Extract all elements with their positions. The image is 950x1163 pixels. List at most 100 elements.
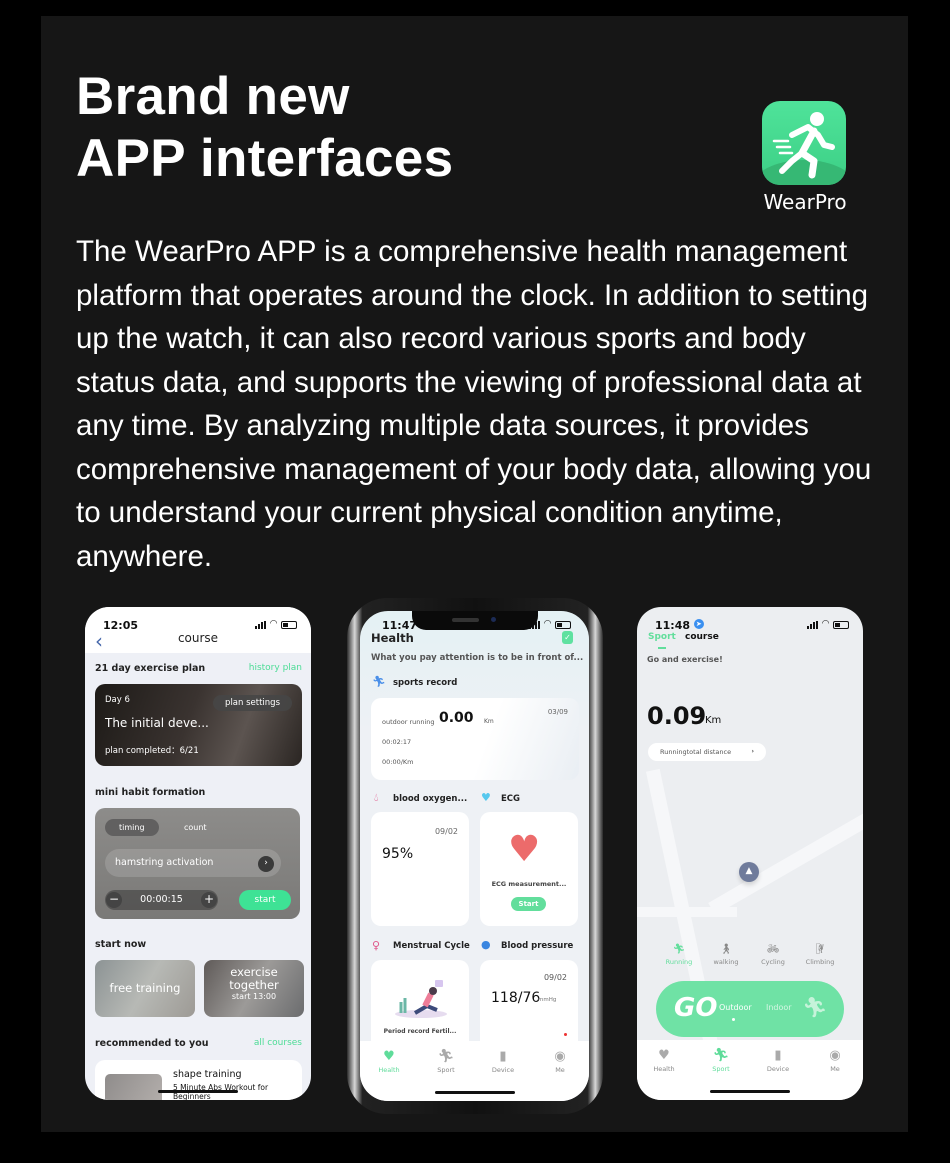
menstrual-header: Menstrual Cycle (393, 941, 470, 951)
tab-label: Sport (437, 1066, 455, 1074)
tab-me[interactable]: ◉ Me (535, 1049, 585, 1074)
subtitle: What you pay attention is to be in front… (371, 653, 584, 663)
tab-label: Device (491, 1066, 515, 1074)
tab-me[interactable]: ◉ Me (810, 1048, 860, 1073)
go-start-button[interactable]: GO Outdoor Indoor 🏃︎ (656, 981, 844, 1037)
ecg-start-button[interactable]: Start (511, 897, 546, 911)
activity-label: Running (665, 958, 693, 966)
tab-count[interactable]: count (170, 819, 221, 836)
chevron-right-icon: › (751, 747, 754, 755)
notch (412, 611, 538, 630)
habit-header: mini habit formation (95, 787, 206, 798)
watch-icon: ▮ (499, 1049, 507, 1064)
tile-label: free training (109, 981, 181, 995)
tab-sport[interactable]: 🏃︎ Sport (696, 1048, 746, 1073)
all-courses-link[interactable]: all courses (254, 1038, 302, 1048)
activity-running[interactable]: 🏃︎ Running (659, 944, 699, 966)
period-illustration (395, 980, 447, 1018)
exercise-together-tile[interactable]: exercise together start 13:00 (204, 960, 304, 1017)
app-logo: WearPro (762, 101, 848, 214)
active-mode-dot (732, 1018, 735, 1021)
ecg-card[interactable]: ♥ ECG measurement... Start (480, 812, 578, 926)
bp-data-point (564, 1033, 567, 1036)
signal-icon (807, 620, 819, 629)
recommended-course-card[interactable]: shape training 5 Minute Abs Workout for … (95, 1060, 302, 1100)
cycling-icon: 🚲︎ (766, 944, 780, 955)
activity-climbing[interactable]: 🧗︎ Climbing (800, 944, 840, 966)
tab-sport[interactable]: Sport (648, 632, 676, 642)
map-road (708, 792, 863, 916)
plan-card[interactable]: Day 6 plan settings The initial deve... … (95, 684, 302, 766)
watch-icon: ▮ (774, 1048, 782, 1063)
phone-sport-screen: 11:48 ➤ ◠ Sport course Go and exercise! … (637, 607, 863, 1100)
running-icon: 🏃︎ (672, 944, 686, 955)
tab-health[interactable]: ♥ Health (639, 1048, 689, 1073)
heart-icon: ♥ (383, 1049, 395, 1064)
greeting: Go and exercise! (647, 655, 723, 664)
distance-unit: Km (705, 715, 722, 726)
running-total-distance-button[interactable]: Runningtotal distance › (648, 743, 766, 761)
mode-indoor[interactable]: Indoor (766, 1003, 792, 1012)
start-button[interactable]: start (239, 890, 291, 910)
location-marker-icon[interactable]: ▲ (739, 862, 759, 882)
page-title: course (177, 631, 219, 645)
female-icon: ♀ (372, 939, 381, 952)
hero-title-line2: APP interfaces (76, 129, 454, 188)
status-bar: 11:48 ➤ ◠ (655, 619, 849, 633)
tab-timing[interactable]: timing (105, 819, 159, 836)
habit-name: hamstring activation (115, 857, 214, 868)
battery-icon (555, 620, 571, 629)
mode-outdoor[interactable]: Outdoor (719, 1003, 752, 1012)
free-training-tile[interactable]: free training (95, 960, 195, 1017)
tile-time: start 13:00 (231, 992, 277, 1001)
ecg-heart-icon: ♥ (508, 829, 541, 870)
heart-icon: ♥ (658, 1048, 670, 1063)
habit-card: timing count hamstring activation › − 00… (95, 808, 300, 919)
map-road (637, 907, 737, 917)
tab-device[interactable]: ▮ Device (753, 1048, 803, 1073)
user-icon: ◉ (554, 1049, 566, 1064)
tab-health[interactable]: ♥ Health (364, 1049, 414, 1074)
bottom-tab-bar: ♥ Health 🏃︎ Sport ▮ Device ◉ Me (360, 1041, 589, 1101)
activity-walking[interactable]: 🚶︎ walking (706, 944, 746, 966)
plan-settings-button[interactable]: plan settings (213, 695, 292, 711)
tab-course[interactable]: course (685, 632, 719, 642)
tab-label: Sport (712, 1065, 730, 1073)
course-title: shape training (173, 1069, 242, 1080)
location-arrow-icon: ➤ (693, 619, 704, 629)
tab-sport[interactable]: 🏃︎ Sport (421, 1049, 471, 1074)
runner-icon: 🏃︎ (802, 995, 828, 1019)
record-pace: 00:00/Km (382, 758, 414, 766)
wifi-icon: ◠ (822, 619, 829, 629)
page-title: Health (371, 631, 414, 645)
tab-device[interactable]: ▮ Device (478, 1049, 528, 1074)
runner-icon: 🏃︎ (437, 1049, 455, 1064)
bp-value: 118/76 (491, 990, 541, 1006)
tab-label: Me (830, 1065, 840, 1073)
spo2-date: 09/02 (434, 827, 458, 836)
climbing-icon: 🧗︎ (813, 944, 827, 955)
hero-title: Brand new APP interfaces (76, 66, 453, 190)
runner-icon: 🏃︎ (712, 1048, 730, 1063)
plus-button[interactable]: + (201, 892, 217, 908)
app-name: WearPro (763, 190, 847, 214)
sports-record-card[interactable]: 03/09 outdoor running 0.00 Km 00:02:17 0… (371, 698, 579, 780)
plan-day: Day 6 (105, 695, 130, 705)
record-distance: 0.00 (439, 710, 474, 726)
timer-stepper: − 00:00:15 + (105, 890, 218, 910)
activity-cycling[interactable]: 🚲︎ Cycling (753, 944, 793, 966)
home-indicator (710, 1090, 790, 1093)
spo2-value: 95% (382, 846, 414, 862)
runner-icon (772, 112, 835, 179)
watch-connected-icon[interactable]: ✓ (562, 631, 573, 644)
blood-drop-icon: 💧︎ (374, 791, 379, 804)
hero-description: The WearPro APP is a comprehensive healt… (76, 235, 872, 573)
chevron-right-icon[interactable]: › (258, 856, 274, 872)
blood-oxygen-card[interactable]: 09/02 95% (371, 812, 469, 926)
habit-row[interactable]: hamstring activation › (105, 849, 281, 877)
history-plan-link[interactable]: history plan (249, 663, 302, 673)
tile-label: exercise together (229, 965, 279, 992)
battery-icon (281, 620, 297, 629)
gauge-icon: ● (481, 938, 491, 951)
blood-oxygen-header: blood oxygen... (393, 794, 468, 804)
